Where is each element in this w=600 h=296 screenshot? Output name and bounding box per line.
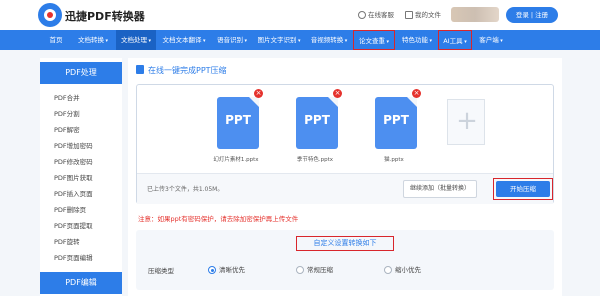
sidebar-item-pdf-change-password[interactable]: PDF修改密码 bbox=[54, 156, 93, 166]
customer-service-link[interactable]: 在线客服 bbox=[358, 9, 394, 19]
top-header: 迅捷PDF转换器 在线客服 我的文件 登录 | 注册 bbox=[0, 0, 600, 30]
continue-add-button[interactable]: 继续添加（批量转换） bbox=[403, 180, 477, 198]
page-title: 在线一键完成PPT压缩 bbox=[148, 66, 227, 75]
upload-action-bar: 已上传3个文件，共1.05M。 继续添加（批量转换） 开始压缩 bbox=[137, 173, 553, 204]
radio-clarity-first[interactable]: 清晰优先 bbox=[208, 264, 245, 274]
sidebar-item-pdf-insert-page[interactable]: PDF插入页面 bbox=[54, 188, 93, 198]
nav-translate[interactable]: 文档文本翻译 bbox=[158, 30, 210, 50]
nav-doc-process[interactable]: 文档处理 bbox=[116, 30, 156, 50]
sidebar: PDF处理 PDF合并 PDF分割 PDF解密 PDF增加密码 PDF修改密码 … bbox=[40, 58, 122, 296]
nav-features[interactable]: 特色功能 bbox=[397, 30, 437, 50]
sidebar-item-pdf-image-extract[interactable]: PDF图片获取 bbox=[54, 172, 93, 182]
sidebar-item-pdf-page-edit[interactable]: PDF页面编辑 bbox=[54, 252, 93, 262]
login-button[interactable]: 登录 | 注册 bbox=[506, 7, 558, 23]
sidebar-section-pdf-edit[interactable]: PDF编辑 bbox=[40, 272, 122, 294]
main-nav: 首页 文档转换 文档处理 文档文本翻译 语音识别 图片文字识别 音视频转换 论文… bbox=[0, 30, 600, 50]
file-icon bbox=[405, 11, 413, 19]
file-card: PPT × 幻灯片素材1.pptx bbox=[203, 89, 269, 167]
nav-home[interactable]: 首页 bbox=[44, 30, 68, 50]
nav-speech[interactable]: 语音识别 bbox=[212, 30, 252, 50]
add-file-button[interactable]: + bbox=[447, 99, 485, 145]
sidebar-item-pdf-rotate[interactable]: PDF旋转 bbox=[54, 236, 80, 246]
start-compress-button[interactable]: 开始压缩 bbox=[493, 178, 553, 200]
remove-file-icon[interactable]: × bbox=[254, 89, 263, 98]
ppt-file-icon: PPT bbox=[217, 97, 259, 149]
nav-doc-convert[interactable]: 文档转换 bbox=[73, 30, 113, 50]
sidebar-section-pdf-process[interactable]: PDF处理 bbox=[40, 62, 122, 84]
compress-mode-label: 压缩类型 bbox=[148, 267, 174, 275]
file-upload-panel: PPT × 幻灯片素材1.pptx PPT × 季节特色.pptx PPT × … bbox=[136, 84, 554, 204]
main-panel: 在线一键完成PPT压缩 PPT × 幻灯片素材1.pptx PPT × 季节特色… bbox=[128, 58, 562, 296]
sidebar-item-pdf-merge[interactable]: PDF合并 bbox=[54, 92, 80, 102]
plus-icon: + bbox=[456, 106, 478, 136]
nav-av-convert[interactable]: 音视频转换 bbox=[306, 30, 352, 50]
nav-ai-tools[interactable]: AI工具 bbox=[438, 30, 472, 50]
radio-unchecked-icon bbox=[384, 266, 392, 274]
settings-title: 自定义设置转换如下 bbox=[296, 236, 394, 251]
sidebar-item-pdf-decrypt[interactable]: PDF解密 bbox=[54, 124, 80, 134]
start-compress-label: 开始压缩 bbox=[496, 181, 550, 197]
radio-normal-compress[interactable]: 常规压缩 bbox=[296, 264, 333, 274]
sidebar-item-pdf-add-password[interactable]: PDF增加密码 bbox=[54, 140, 93, 150]
sidebar-item-pdf-split[interactable]: PDF分割 bbox=[54, 108, 80, 118]
nav-plagiarism[interactable]: 论文查重 bbox=[353, 30, 395, 50]
file-card: PPT × 猫.pptx bbox=[361, 89, 427, 167]
remove-file-icon[interactable]: × bbox=[412, 89, 421, 98]
customer-service-label: 在线客服 bbox=[368, 11, 394, 19]
radio-checked-icon bbox=[208, 266, 216, 274]
file-name: 幻灯片素材1.pptx bbox=[213, 157, 259, 163]
brand-name[interactable]: 迅捷PDF转换器 bbox=[65, 8, 145, 24]
nav-client[interactable]: 客户端 bbox=[474, 30, 508, 50]
password-notice: 注意：如果ppt有密码保护，请去除加密保护再上传文件 bbox=[138, 215, 299, 223]
file-card: PPT × 季节特色.pptx bbox=[282, 89, 348, 167]
logo-icon[interactable] bbox=[38, 3, 62, 27]
sidebar-item-pdf-delete-page[interactable]: PDF删除页 bbox=[54, 204, 86, 214]
ppt-file-icon: PPT bbox=[375, 97, 417, 149]
sidebar-item-pdf-page-extract[interactable]: PDF页面提取 bbox=[54, 220, 93, 230]
file-name: 猫.pptx bbox=[384, 157, 404, 163]
remove-file-icon[interactable]: × bbox=[333, 89, 342, 98]
user-avatar[interactable] bbox=[451, 7, 499, 22]
nav-ocr[interactable]: 图片文字识别 bbox=[254, 30, 304, 50]
ppt-file-icon: PPT bbox=[296, 97, 338, 149]
my-files-label: 我的文件 bbox=[415, 11, 441, 19]
document-icon bbox=[136, 65, 144, 74]
headset-icon bbox=[358, 11, 366, 19]
radio-unchecked-icon bbox=[296, 266, 304, 274]
my-files-link[interactable]: 我的文件 bbox=[405, 9, 441, 19]
file-name: 季节特色.pptx bbox=[296, 157, 334, 163]
settings-panel: 自定义设置转换如下 压缩类型 清晰优先 常规压缩 缩小优先 bbox=[136, 230, 554, 290]
upload-summary: 已上传3个文件，共1.05M。 bbox=[147, 186, 224, 193]
radio-size-first[interactable]: 缩小优先 bbox=[384, 264, 421, 274]
